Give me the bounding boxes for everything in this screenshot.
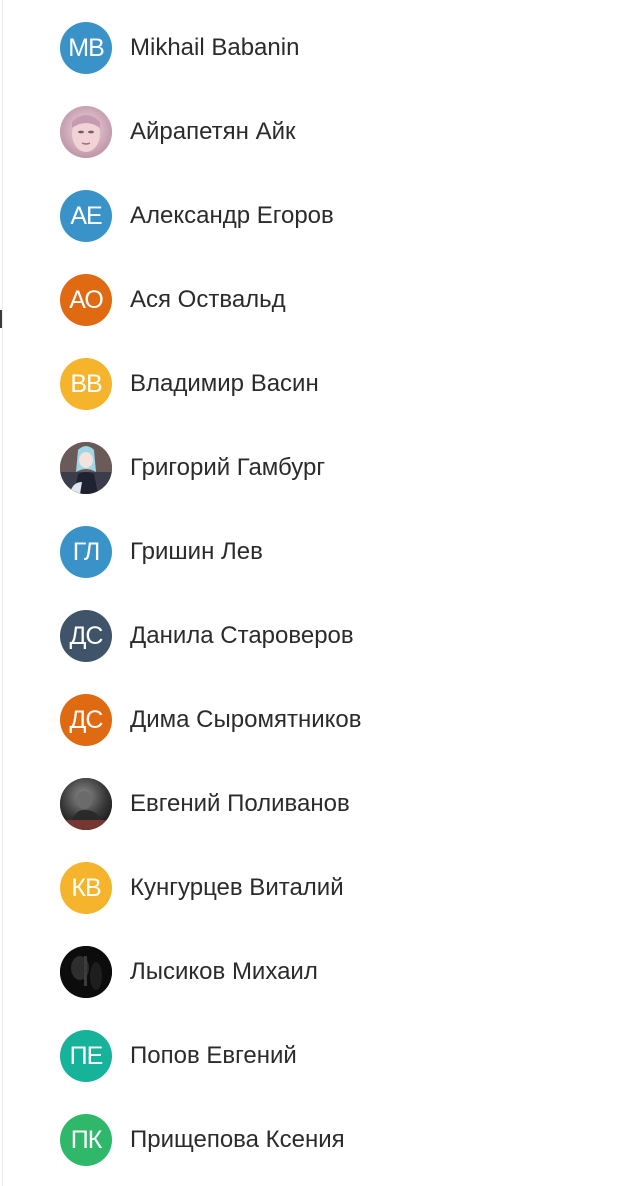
contact-name: Прищепова Ксения xyxy=(130,1126,345,1153)
avatar-initials: ПЕ xyxy=(60,1030,112,1082)
avatar-initials: ДС xyxy=(60,694,112,746)
contact-item[interactable]: ПК Прищепова Ксения xyxy=(0,1098,642,1182)
contact-name: Гришин Лев xyxy=(130,538,263,565)
avatar-initials: АО xyxy=(60,274,112,326)
contact-name: Лысиков Михаил xyxy=(130,958,318,985)
contact-item[interactable]: ВВ Владимир Васин xyxy=(0,342,642,426)
contact-name: Попов Евгений xyxy=(130,1042,297,1069)
contact-item[interactable]: ДС Данила Староверов xyxy=(0,594,642,678)
contact-name: Владимир Васин xyxy=(130,370,319,397)
contact-name: Данила Староверов xyxy=(130,622,354,649)
contact-item[interactable]: АО Ася Оствальд xyxy=(0,258,642,342)
avatar-initials: ГЛ xyxy=(60,526,112,578)
contact-item[interactable]: Айрапетян Айк xyxy=(0,90,642,174)
avatar-initials: ДС xyxy=(60,610,112,662)
contact-item[interactable]: MB Mikhail Babanin xyxy=(0,6,642,90)
contact-name: Айрапетян Айк xyxy=(130,118,296,145)
contact-item[interactable]: ГЛ Гришин Лев xyxy=(0,510,642,594)
contact-item[interactable]: Григорий Гамбург xyxy=(0,426,642,510)
contact-item[interactable]: АЕ Александр Егоров xyxy=(0,174,642,258)
avatar-initials: ВВ xyxy=(60,358,112,410)
contact-name: Ася Оствальд xyxy=(130,286,286,313)
contact-item[interactable]: КВ Кунгурцев Виталий xyxy=(0,846,642,930)
contact-name: Mikhail Babanin xyxy=(130,34,300,61)
contact-item[interactable]: Евгений Поливанов xyxy=(0,762,642,846)
avatar-photo xyxy=(60,778,112,830)
contact-name: Григорий Гамбург xyxy=(130,454,326,481)
avatar-photo xyxy=(60,946,112,998)
contact-name: Александр Егоров xyxy=(130,202,334,229)
avatar-initials: MB xyxy=(60,22,112,74)
contact-name: Кунгурцев Виталий xyxy=(130,874,344,901)
avatar-photo xyxy=(60,106,112,158)
contact-name: Дима Сыромятников xyxy=(130,706,362,733)
avatar-initials: КВ xyxy=(60,862,112,914)
contact-item[interactable]: Лысиков Михаил xyxy=(0,930,642,1014)
contact-list: MB Mikhail Babanin Айрапетян Айк АЕ Александ… xyxy=(0,6,642,1182)
avatar-initials: АЕ xyxy=(60,190,112,242)
contact-item[interactable]: ПЕ Попов Евгений xyxy=(0,1014,642,1098)
avatar-initials: ПК xyxy=(60,1114,112,1166)
contact-item[interactable]: ДС Дима Сыромятников xyxy=(0,678,642,762)
contact-name: Евгений Поливанов xyxy=(130,790,350,817)
avatar-photo xyxy=(60,442,112,494)
